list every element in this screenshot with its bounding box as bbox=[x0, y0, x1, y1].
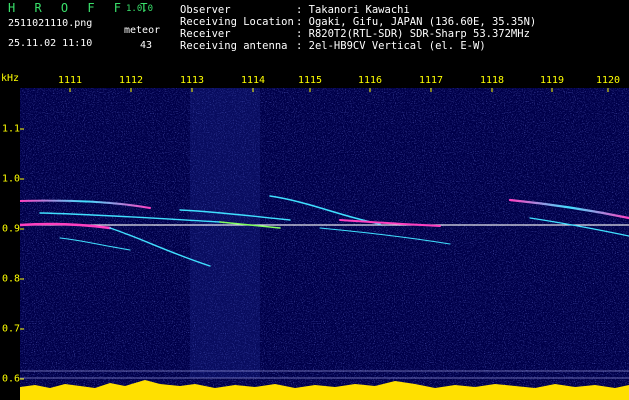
noise-band bbox=[190, 88, 260, 378]
spectrogram bbox=[20, 88, 629, 400]
file-name: 2511021110.png bbox=[8, 18, 93, 29]
info-key: Observer bbox=[180, 4, 231, 16]
freq-tick-label: 0.6 bbox=[2, 373, 21, 385]
info-row-location: Receiving Location : Ogaki, Gifu, JAPAN … bbox=[180, 16, 536, 28]
time-tick-label: 1112 bbox=[118, 75, 144, 86]
time-tick-label: 1117 bbox=[418, 75, 444, 86]
time-tick-label: 1113 bbox=[179, 75, 205, 86]
time-tick-label: 1115 bbox=[297, 75, 323, 86]
time-tick-label: 1120 bbox=[595, 75, 621, 86]
info-key: Receiving Location bbox=[180, 16, 294, 28]
info-value: : R820T2(RTL-SDR) SDR-Sharp 53.372MHz bbox=[296, 28, 530, 40]
info-key: Receiver bbox=[180, 28, 231, 40]
info-value: : Takanori Kawachi bbox=[296, 4, 410, 16]
time-tick-label: 1119 bbox=[539, 75, 565, 86]
noise-texture bbox=[20, 88, 629, 400]
spectrogram-canvas bbox=[20, 88, 629, 400]
meteor-label: meteor bbox=[124, 25, 161, 36]
freq-tick-label: 1.0 bbox=[2, 173, 21, 185]
time-axis: 1111 1112 1113 1114 1115 1116 1117 1118 … bbox=[0, 75, 629, 89]
info-row-observer: Observer : Takanori Kawachi bbox=[180, 4, 536, 16]
freq-tick-label: 1.1 bbox=[2, 123, 21, 135]
time-tick-label: 1114 bbox=[240, 75, 266, 86]
info-key: Receiving antenna bbox=[180, 40, 288, 52]
app-version: 1.0.0 bbox=[126, 4, 154, 14]
time-tick-label: 1116 bbox=[357, 75, 383, 86]
header-panel: H R O F F T 1.0.0 2511021110.png 25.11.0… bbox=[0, 0, 629, 74]
info-row-receiver: Receiver : R820T2(RTL-SDR) SDR-Sharp 53.… bbox=[180, 28, 536, 40]
info-row-antenna: Receiving antenna : 2el-HB9CV Vertical (… bbox=[180, 40, 536, 52]
time-tick-label: 1111 bbox=[57, 75, 83, 86]
date-time: 25.11.02 11:10 bbox=[8, 38, 93, 49]
time-tick-label: 1118 bbox=[479, 75, 505, 86]
info-value: : Ogaki, Gifu, JAPAN (136.60E, 35.35N) bbox=[296, 16, 537, 28]
freq-tick-label: 0.9 bbox=[2, 223, 21, 235]
info-value: : 2el-HB9CV Vertical (el. E-W) bbox=[296, 40, 486, 52]
freq-tick-label: 0.8 bbox=[2, 273, 21, 285]
meteor-count: 43 bbox=[140, 40, 153, 51]
station-info: Observer : Takanori Kawachi Receiving Lo… bbox=[180, 4, 536, 52]
freq-tick-label: 0.7 bbox=[2, 323, 21, 335]
